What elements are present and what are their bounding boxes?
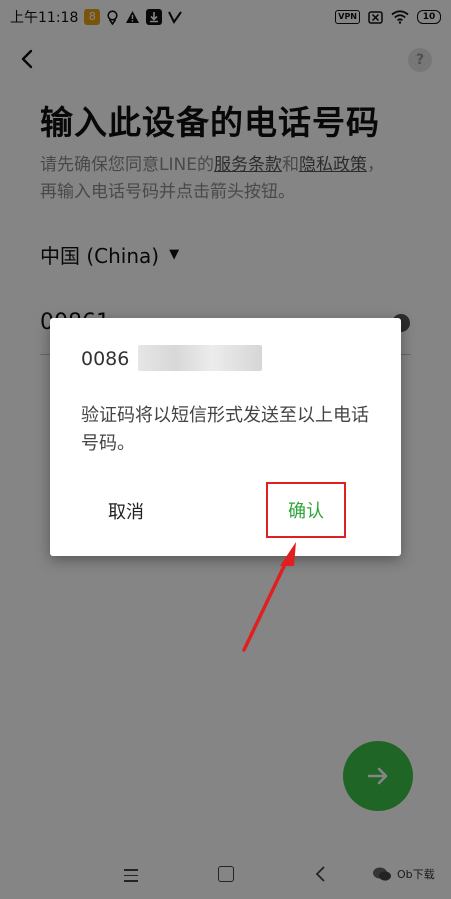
dialog-message: 验证码将以短信形式发送至以上电话号码。: [81, 405, 369, 454]
sms-confirm-dialog: 0086 验证码将以短信形式发送至以上电话号码。 取消 确认: [50, 318, 401, 556]
cancel-button[interactable]: 取消: [108, 498, 144, 524]
line-phone-register-screen: 上午11:18 8 VPN 10 ? 输入此设备的电话号码 请先确保您同意LIN…: [0, 0, 451, 899]
confirm-button[interactable]: 确认: [266, 482, 346, 538]
confirm-button-label: 确认: [288, 501, 324, 522]
redacted-phone-digits: [138, 345, 262, 371]
dialog-phone-number: 0086: [81, 348, 130, 370]
